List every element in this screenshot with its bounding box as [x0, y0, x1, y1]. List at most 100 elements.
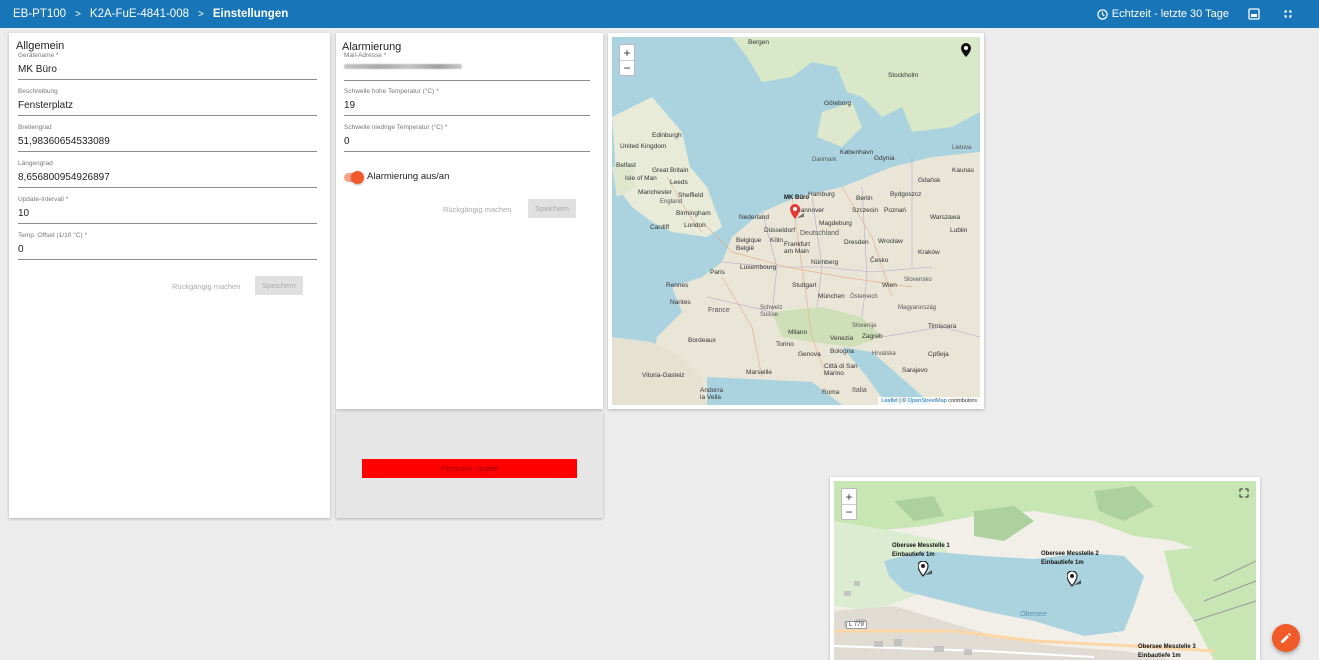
map-marker-icon	[790, 204, 804, 219]
general-save-button[interactable]: Speichern	[255, 276, 303, 295]
map-region-label: Italia	[852, 387, 867, 394]
map-city-label: Düsseldorf	[764, 227, 796, 234]
field-underline	[18, 79, 317, 80]
screenshot-icon	[1248, 8, 1260, 20]
fullscreen-icon	[1284, 10, 1292, 18]
breadcrumb-sensor[interactable]: K2A-FuE-4841-008	[90, 8, 189, 20]
field-underline	[344, 115, 590, 116]
marker-1[interactable]	[917, 560, 932, 584]
edit-fab-button[interactable]	[1272, 624, 1300, 652]
zoom-in-button[interactable]: +	[620, 45, 634, 60]
device-marker[interactable]	[790, 204, 804, 222]
field-underline	[344, 151, 590, 152]
device-marker-label: MK Büro	[784, 195, 809, 201]
map-city-label: Cardiff	[650, 224, 670, 231]
alarm-toggle-label: Alarmierung aus/an	[367, 171, 450, 182]
alarm-undo-button[interactable]: Rückgängig machen	[443, 205, 511, 214]
time-range-selector[interactable]: Echtzeit - letzte 30 Tage	[1097, 8, 1229, 20]
map-region-label: Slovenija	[852, 323, 877, 329]
breadcrumb-device[interactable]: EB-PT100	[13, 8, 66, 20]
map-city-label: Szczecin	[852, 207, 879, 214]
map-city-label: Birmingham	[676, 210, 711, 217]
low-threshold-label: Schwelle niedrige Temperatur (°C) *	[344, 124, 448, 131]
breadcrumb-separator: >	[75, 8, 81, 20]
fullscreen-button[interactable]	[1279, 5, 1297, 23]
device-name-field[interactable]: Gerätename * MK Büro	[18, 52, 317, 80]
zoom-in-button[interactable]: +	[842, 489, 856, 504]
alarm-toggle[interactable]	[344, 171, 364, 184]
local-map[interactable]: + − Obersee Messtelle 1 Einbautiefe 1m O…	[834, 481, 1256, 660]
map-city-label: Timișoara	[928, 323, 957, 330]
map-city-label: Vitoria-Gasteiz	[642, 372, 685, 379]
map-city-label: Venezia	[830, 335, 854, 342]
map-region-label: England	[660, 199, 683, 205]
description-field[interactable]: Beschreibung Fensterplatz	[18, 88, 317, 116]
temp-offset-field[interactable]: Temp. Offset (1/10 °C) * 0	[18, 232, 317, 260]
general-undo-button[interactable]: Rückgängig machen	[172, 282, 240, 291]
map-city-label: Sarajevo	[902, 367, 928, 374]
lake-label: Obersee	[1020, 611, 1047, 618]
map-city-label: Marseille	[746, 369, 773, 376]
map-city-label: Manchester	[638, 189, 672, 196]
map-city-label: Magdeburg	[819, 220, 852, 227]
map-city-label: Roma	[822, 389, 840, 396]
location-pin-icon[interactable]	[960, 43, 972, 57]
blurred-email	[344, 64, 462, 69]
update-interval-field[interactable]: Update-Intervall * 10	[18, 196, 317, 224]
map-city-label: Bydgoszcz	[890, 191, 922, 198]
map-city-label: Berlin	[856, 195, 873, 202]
low-threshold-field[interactable]: Schwelle niedrige Temperatur (°C) * 0	[344, 124, 590, 152]
osm-link[interactable]: OpenStreetMap	[908, 398, 947, 404]
map-city-label: Wrocław	[878, 238, 903, 245]
map-city-label: Frankfurt am Main	[784, 241, 811, 255]
zoom-out-button[interactable]: −	[842, 504, 856, 519]
latitude-field[interactable]: Breitengrad 51,98360654533089	[18, 124, 317, 152]
marker-2-sub: Einbautiefe 1m	[1041, 560, 1084, 566]
map-region-label: Hrvatska	[872, 351, 896, 357]
map-marker-icon	[1066, 570, 1081, 587]
alarm-save-button[interactable]: Speichern	[528, 199, 576, 218]
firmware-update-button[interactable]: Firmware Update	[362, 459, 577, 478]
map-city-label: Gdańsk	[918, 177, 941, 184]
map-city-label: Bergen	[748, 39, 769, 46]
map-region-label: Danmark	[812, 157, 837, 163]
map-region-label: Schweiz	[760, 305, 783, 311]
marker-2-label: Obersee Messtelle 2	[1041, 551, 1099, 557]
fullscreen-map-button[interactable]	[1239, 485, 1249, 498]
map-city-label: Milano	[788, 329, 808, 336]
map-city-label: Nederland	[739, 214, 769, 221]
general-settings-title: Allgemein	[16, 40, 65, 52]
high-threshold-field[interactable]: Schwelle hohe Temperatur (°C) * 19	[344, 88, 590, 116]
leaflet-link[interactable]: Leaflet	[881, 398, 898, 404]
low-threshold-value: 0	[344, 136, 350, 147]
general-settings-card: Allgemein Gerätename * MK Büro Beschreib…	[9, 33, 330, 518]
local-map-tiles	[834, 481, 1256, 660]
mail-address-field[interactable]: Mail-Adresse *	[344, 52, 590, 81]
map-region-label: Slovensko	[904, 277, 932, 283]
map-city-label: Isle of Man	[625, 175, 657, 182]
map-city-label: Rennes	[666, 282, 689, 289]
marker-2[interactable]	[1066, 570, 1081, 594]
map-city-label: Edinburgh	[652, 132, 682, 139]
map-city-label: Bologna	[830, 348, 854, 355]
breadcrumb: EB-PT100 > K2A-FuE-4841-008 > Einstellun…	[0, 8, 288, 20]
map-region-label: Magyarország	[898, 305, 937, 311]
screenshot-button[interactable]	[1245, 5, 1263, 23]
map-city-label: Belfast	[616, 162, 636, 169]
high-threshold-label: Schwelle hohe Temperatur (°C) *	[344, 88, 439, 95]
toggle-knob	[351, 171, 364, 184]
europe-map[interactable]: + − Bergen Stockholm Göteborg Edinburgh …	[612, 37, 980, 405]
zoom-out-button[interactable]: −	[620, 60, 634, 75]
map-city-label: Paris	[710, 269, 725, 276]
map-city-label: Gdynia	[874, 155, 895, 162]
time-range-label: Echtzeit - letzte 30 Tage	[1111, 8, 1229, 20]
breadcrumb-separator: >	[198, 8, 204, 20]
top-right-actions: Echtzeit - letzte 30 Tage	[1097, 0, 1297, 28]
map-region-label: Deutschland	[800, 230, 839, 237]
description-value: Fensterplatz	[18, 100, 74, 111]
map-region-label: Österreich	[850, 294, 878, 300]
map-city-label: United Kingdom	[620, 143, 667, 150]
map-city-label: Stuttgart	[792, 282, 817, 289]
longitude-field[interactable]: Längengrad 8,656800954926897	[18, 160, 317, 188]
map-city-label: Србија	[928, 351, 949, 358]
